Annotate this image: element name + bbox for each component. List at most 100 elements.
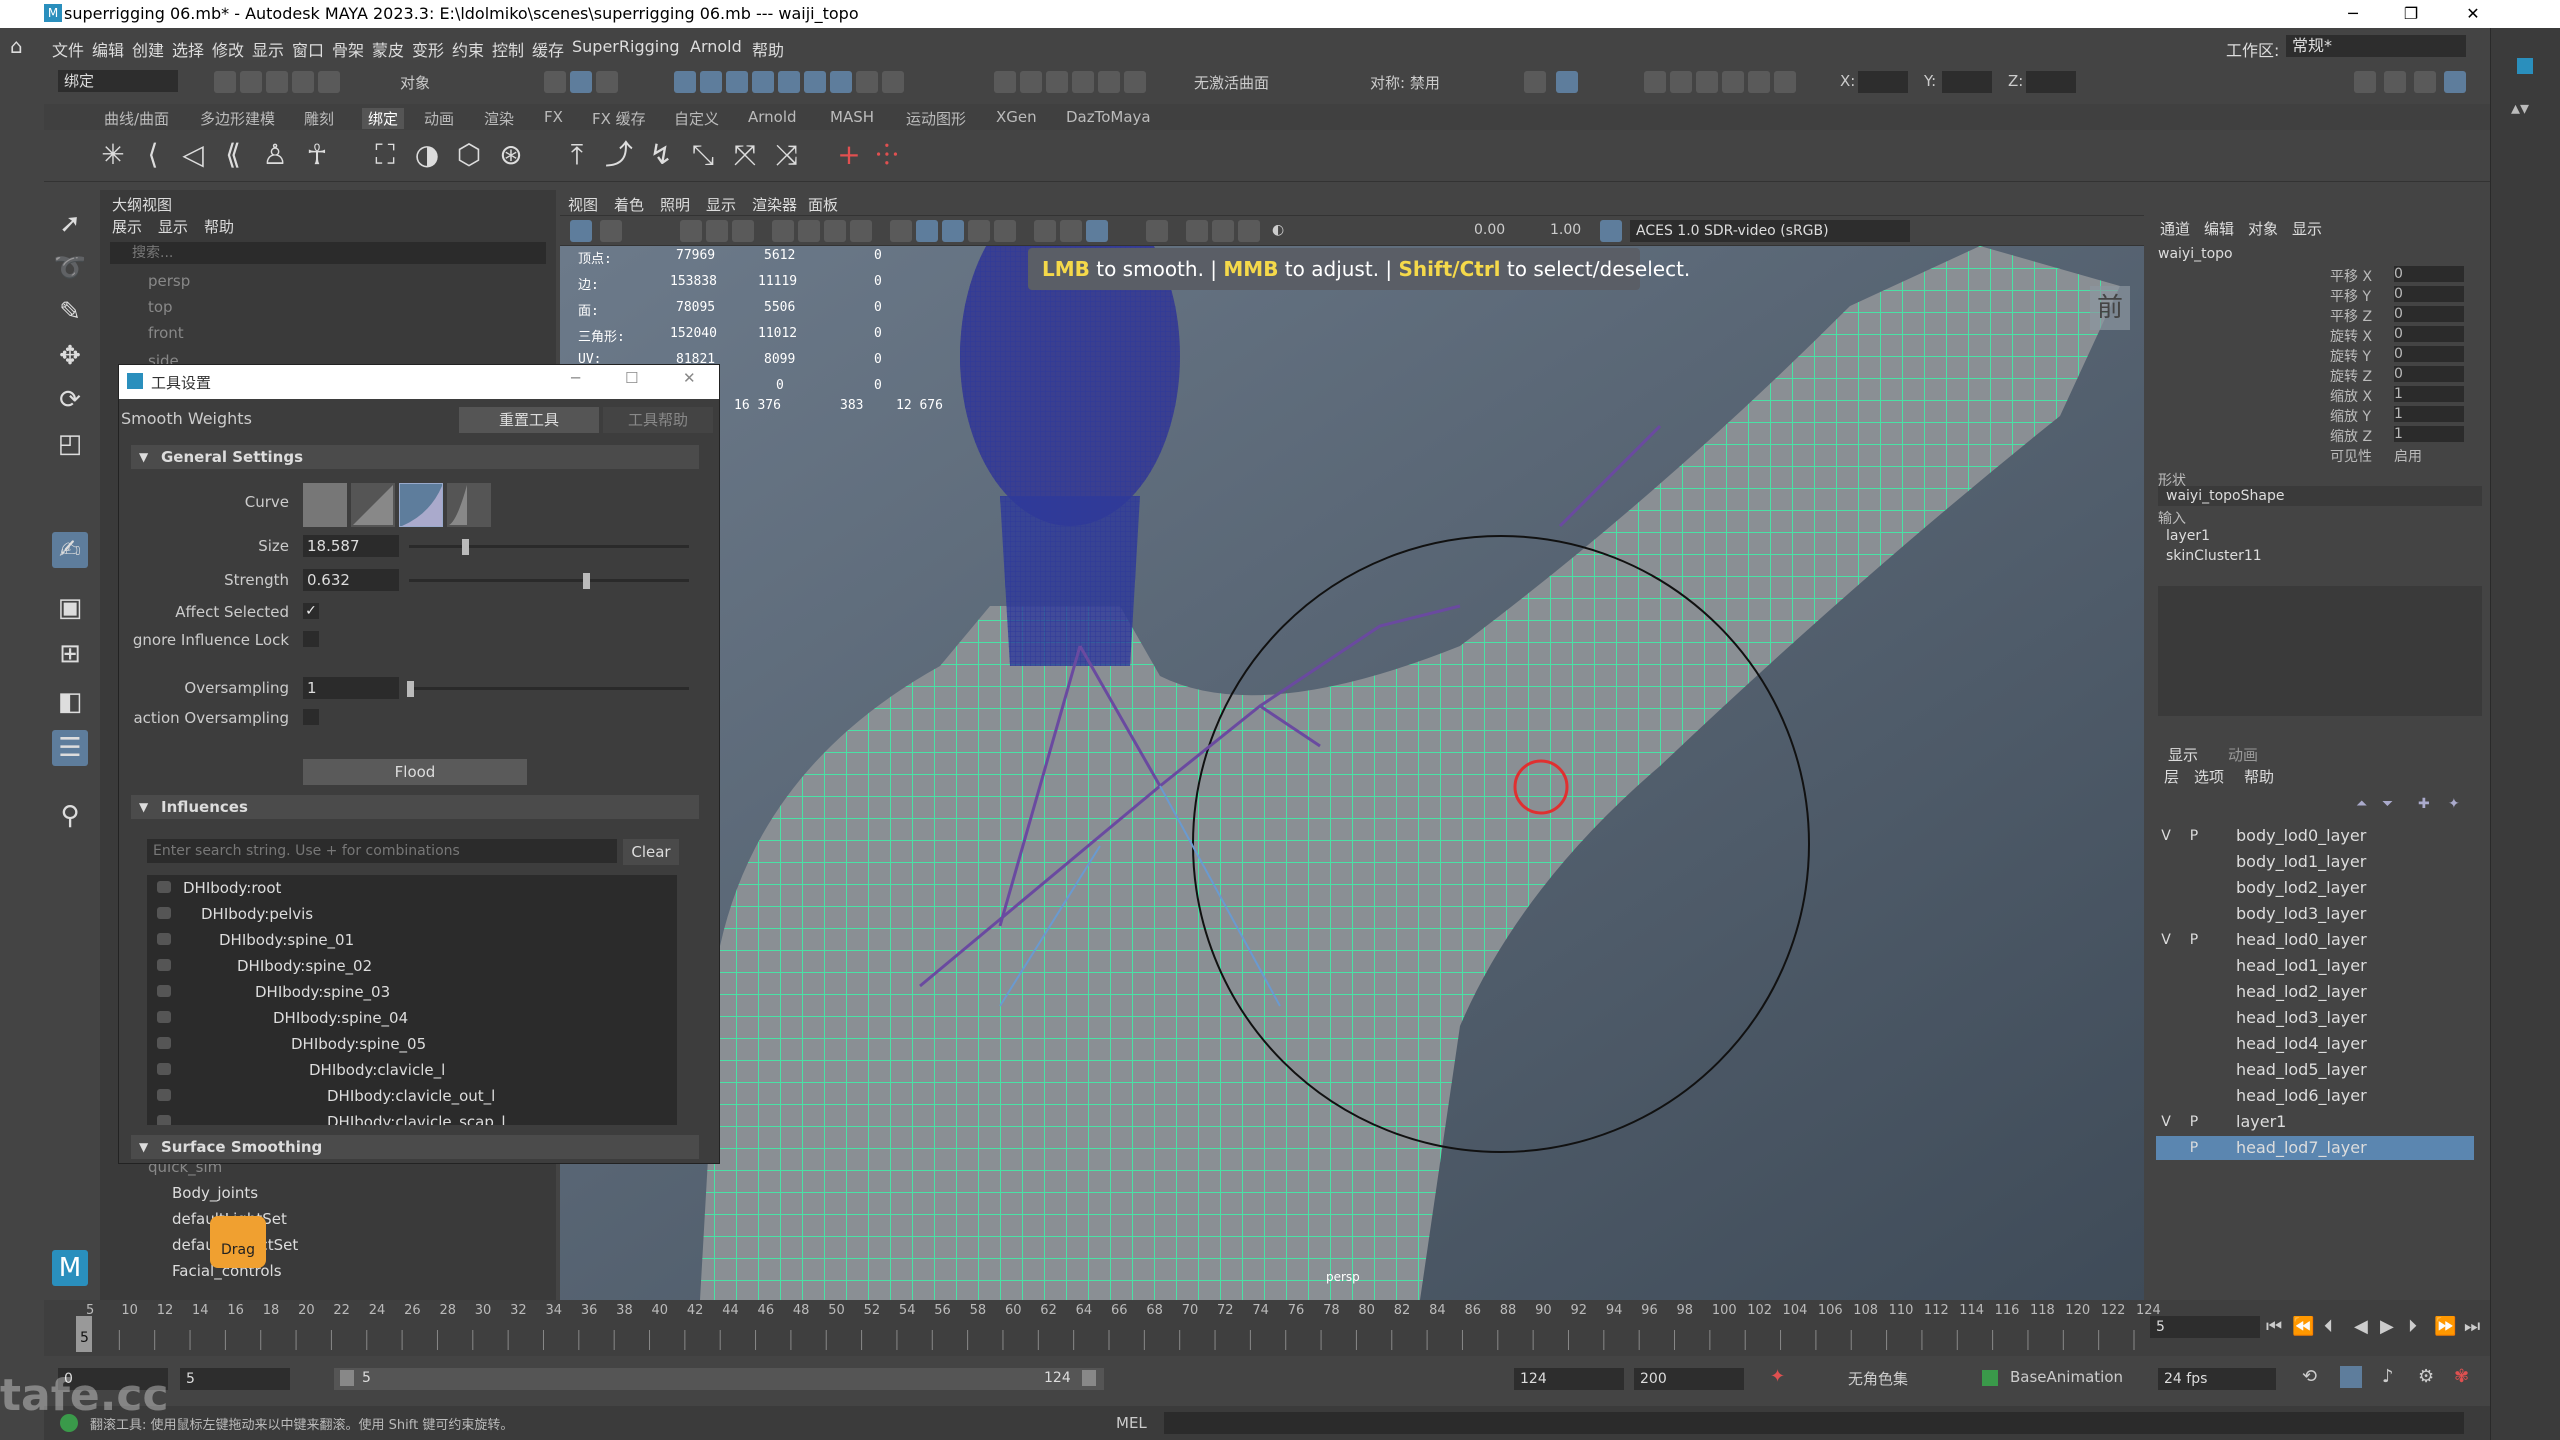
camera-attributes-icon[interactable] [600,220,622,242]
menu-item-cache[interactable]: 缓存 [532,37,564,61]
loop-icon[interactable]: ⟲ [2302,1366,2317,1387]
lock-icon[interactable] [157,933,171,945]
lock-icon[interactable] [157,881,171,893]
snap-grid-icon[interactable] [674,71,696,93]
outliner-item-persp[interactable]: persp [148,272,190,290]
strength-field[interactable]: 0.632 [303,569,399,591]
image-plane-icon[interactable] [706,220,728,242]
influence-row[interactable]: DHIbody:pelvis [147,901,667,927]
ik-spline-icon[interactable]: ◁ [176,138,210,172]
oversampling-field[interactable]: 1 [303,677,399,699]
layer-menu-layers[interactable]: 层 [2164,766,2179,787]
redo-icon[interactable] [318,71,340,93]
color-management-icon[interactable] [1600,220,1622,242]
channel-menu-edit[interactable]: 编辑 [2204,218,2234,239]
attribute-editor-toggle-icon[interactable] [2444,71,2466,93]
lattice-icon[interactable]: ⬡ [452,138,486,172]
z-coord-field[interactable] [2026,71,2076,93]
render-icon[interactable] [1072,71,1094,93]
sidebar-toggle-icon[interactable] [1524,71,1546,93]
pole-vector-icon[interactable]: ⤨ [770,138,804,172]
grid-toggle-icon[interactable] [732,220,754,242]
lasso-tool-icon[interactable]: ➰ [52,250,88,286]
cache-playback-icon[interactable] [2340,1366,2362,1388]
symmetry-label[interactable]: 对称: 禁用 [1370,72,1440,93]
undo-icon[interactable] [292,71,314,93]
influence-row[interactable]: DHIbody:clavicle_out_l [147,1083,667,1109]
menu-item-modify[interactable]: 修改 [212,37,244,61]
live-surface-label[interactable]: 无激活曲面 [1194,72,1269,93]
new-scene-icon[interactable] [214,71,236,93]
anim-end-field[interactable]: 200 [1634,1368,1744,1390]
reset-tool-button[interactable]: 重置工具 [459,407,599,433]
user-account-icon[interactable] [2354,71,2376,93]
scale-tool-icon[interactable]: ◰ [52,426,88,462]
dock-lock-icon[interactable] [2517,58,2533,74]
play-forward-icon[interactable]: ▶ [2380,1316,2394,1337]
layer-row[interactable]: body_lod1_layer [2156,850,2474,874]
tool-settings-titlebar[interactable]: 工具设置 ─ ☐ ✕ [119,365,719,399]
pause-icon[interactable] [1774,71,1796,93]
character-set-dropdown[interactable]: 无角色集 [1848,1368,1908,1389]
menu-item-skeleton[interactable]: 骨架 [332,37,364,61]
lock-icon[interactable] [157,1089,171,1101]
menu-item-arnold[interactable]: Arnold [690,37,742,56]
influence-row[interactable]: DHIbody:root [147,875,667,901]
go-to-end-icon[interactable]: ⏭ [2464,1316,2480,1337]
input-layer1[interactable]: layer1 [2166,528,2210,544]
humanik-icon[interactable]: ☥ [300,138,334,172]
move-tool-icon[interactable]: ✥ [52,338,88,374]
layer-menu-help[interactable]: 帮助 [2244,766,2274,787]
menu-item-edit[interactable]: 编辑 [92,37,124,61]
shelf-tab-animation[interactable]: 动画 [424,108,454,129]
ipr-icon[interactable] [1098,71,1120,93]
outliner-item-front[interactable]: front [148,324,184,342]
size-slider[interactable] [409,545,689,548]
influence-row[interactable]: DHIbody:spine_04 [147,1005,667,1031]
gamma-value[interactable]: 1.00 [1550,222,1581,238]
shelf-tab-rigging[interactable]: 绑定 [362,108,405,129]
point-constraint-icon[interactable]: ⤴ [602,138,636,172]
anim-layer-dropdown[interactable]: BaseAnimation [2010,1368,2123,1386]
attr-scale-y-value[interactable]: 1 [2394,406,2464,422]
select-object-icon[interactable] [570,71,592,93]
surface-smoothing-section[interactable]: ▼ Surface Smoothing [131,1135,699,1159]
single-view-icon[interactable]: ▣ [52,590,88,626]
lights-icon[interactable] [994,220,1016,242]
go-to-start-icon[interactable]: ⏮ [2266,1316,2282,1337]
remove-influence-icon[interactable]: ⸭ [870,138,904,172]
bookmark-icon[interactable] [680,220,702,242]
workspace-dropdown[interactable]: 常规* [2286,35,2466,57]
curve-sharp-icon[interactable] [447,483,491,527]
lock-icon[interactable] [157,1063,171,1075]
range-start-handle[interactable] [340,1370,354,1386]
menu-item-superrigging[interactable]: SuperRigging [572,37,680,56]
channel-menu-object[interactable]: 对象 [2248,218,2278,239]
shelf-tab-rendering[interactable]: 渲染 [484,108,514,129]
two-view-icon[interactable]: ◧ [52,684,88,720]
hypershade-icon[interactable] [1670,71,1692,93]
snap-curve-icon[interactable] [700,71,722,93]
layer-row[interactable]: head_lod6_layer [2156,1084,2474,1108]
menu-item-control[interactable]: 控制 [492,37,524,61]
shelf-tab-arnold[interactable]: Arnold [748,108,797,126]
aim-constraint-icon[interactable]: ⤧ [728,138,762,172]
history-icon[interactable] [882,71,904,93]
scale-constraint-icon[interactable]: ⤡ [686,138,720,172]
tool-win-maximize[interactable]: ☐ [625,369,638,387]
shelf-scroll-icon[interactable]: ▴▾ [2511,98,2529,119]
shelf-tab-xgen[interactable]: XGen [996,108,1037,126]
select-tool-icon[interactable]: ➚ [52,206,88,242]
move-layer-up-icon[interactable]: ⏶ [2356,796,2367,812]
influence-row[interactable]: DHIbody:spine_05 [147,1031,667,1057]
attr-scale-z-value[interactable]: 1 [2394,426,2464,442]
bind-skin-icon[interactable]: ⟪ [216,138,250,172]
menu-item-file[interactable]: 文件 [52,37,84,61]
layer-row[interactable]: body_lod2_layer [2156,876,2474,900]
orient-constraint-icon[interactable]: ↯ [644,138,678,172]
menu-item-create[interactable]: 创建 [132,37,164,61]
layer-row[interactable]: head_lod1_layer [2156,954,2474,978]
anim-prefs-icon[interactable]: ⚙ [2418,1366,2434,1387]
menu-item-deform[interactable]: 变形 [412,37,444,61]
four-view-icon[interactable]: ⊞ [52,636,88,672]
